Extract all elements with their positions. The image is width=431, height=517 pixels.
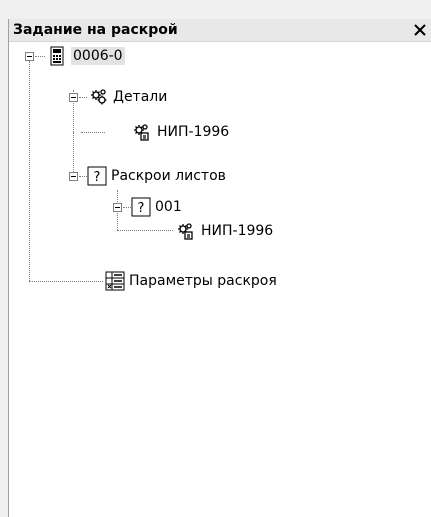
expander-sheet-cuts[interactable]	[69, 172, 78, 181]
svg-text:?: ?	[94, 170, 101, 185]
tree-node-sheet-001[interactable]: 001	[153, 198, 184, 216]
calculator-icon	[47, 46, 67, 66]
tree-line	[29, 281, 103, 282]
params-table-icon	[105, 271, 125, 291]
svg-text:?: ?	[138, 201, 145, 216]
expander-details[interactable]	[69, 93, 78, 102]
panel-titlebar: Задание на раскрой	[9, 19, 431, 42]
gear-icon	[89, 87, 109, 107]
tree-line	[81, 132, 105, 133]
tree-node-sheet-001-item[interactable]: НИП-1996	[199, 222, 275, 240]
task-tree: 0006-0 Детали НИП-1996 ? Раскрои листов …	[9, 41, 431, 517]
tree-line	[79, 97, 87, 98]
tree-line	[29, 61, 30, 281]
tree-line	[35, 56, 45, 57]
expander-sheet-001[interactable]	[113, 203, 122, 212]
panel-title: Задание на раскрой	[13, 22, 178, 38]
tree-line	[79, 176, 87, 177]
tree-node-cut-params[interactable]: Параметры раскроя	[127, 272, 279, 290]
close-button[interactable]	[410, 20, 430, 40]
tree-line	[73, 132, 74, 172]
tree-node-detail-item[interactable]: НИП-1996	[155, 123, 231, 141]
cutting-task-panel: Задание на раскрой 0006-0 Детали НИП-199…	[8, 19, 431, 517]
question-box-icon: ?	[87, 166, 107, 186]
tree-node-details[interactable]: Детали	[111, 88, 169, 106]
tree-line	[123, 207, 131, 208]
part-gear-icon	[131, 122, 151, 142]
close-icon	[414, 24, 426, 36]
expander-root[interactable]	[25, 52, 34, 61]
tree-line	[117, 230, 173, 231]
tree-node-sheet-cuts[interactable]: Раскрои листов	[109, 167, 228, 185]
tree-node-root[interactable]: 0006-0	[71, 47, 125, 65]
question-box-icon: ?	[131, 197, 151, 217]
part-gear-icon	[175, 221, 195, 241]
